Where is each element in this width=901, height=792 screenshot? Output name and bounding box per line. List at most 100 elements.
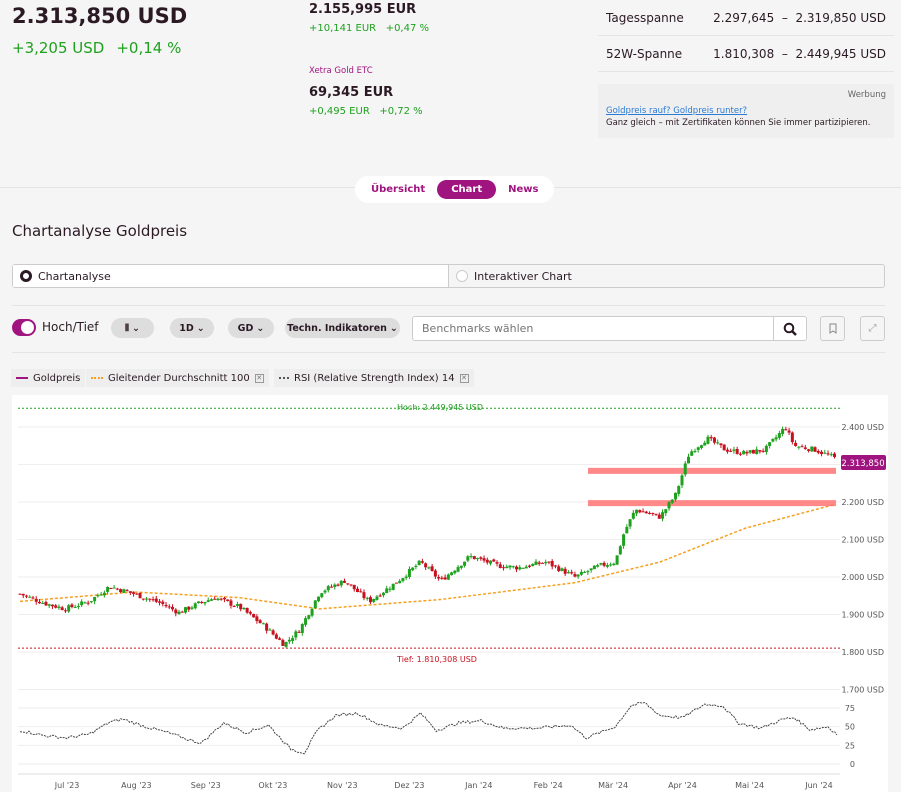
rsi-tick-label: 50 bbox=[845, 723, 855, 732]
candle-up bbox=[407, 569, 411, 578]
candle-down bbox=[119, 589, 123, 593]
candle-down bbox=[239, 603, 243, 610]
candle-up bbox=[206, 600, 210, 602]
candle-up bbox=[300, 624, 304, 633]
candle-down bbox=[330, 586, 334, 588]
candle-up bbox=[680, 475, 684, 486]
candle-down bbox=[394, 582, 398, 584]
y-tick-label: 2.000 USD bbox=[841, 573, 884, 582]
candle-up bbox=[307, 615, 311, 619]
candle-down bbox=[362, 592, 366, 599]
candle-up bbox=[401, 578, 405, 582]
candle-up bbox=[193, 603, 197, 609]
candle-up bbox=[699, 445, 703, 448]
candle-down bbox=[60, 607, 64, 611]
candle-down bbox=[368, 597, 372, 603]
x-tick-label: Nov '23 bbox=[327, 781, 358, 790]
candle-up bbox=[209, 599, 213, 601]
candle-down bbox=[495, 562, 499, 564]
candle-down bbox=[657, 514, 661, 519]
candle-down bbox=[651, 512, 655, 515]
candle-up bbox=[732, 449, 736, 451]
candle-up bbox=[313, 600, 317, 608]
candle-up bbox=[466, 556, 470, 561]
candle-down bbox=[803, 447, 807, 449]
candle-down bbox=[336, 584, 340, 586]
candle-down bbox=[21, 593, 25, 596]
candle-up bbox=[518, 567, 522, 570]
candle-up bbox=[742, 450, 746, 455]
candle-up bbox=[797, 446, 801, 448]
candle-down bbox=[547, 561, 551, 563]
candle-down bbox=[833, 453, 837, 458]
candle-up bbox=[291, 638, 295, 641]
candle-up bbox=[690, 451, 694, 456]
candle-down bbox=[735, 448, 739, 454]
candle-up bbox=[505, 566, 509, 569]
candle-up bbox=[703, 442, 707, 446]
candle-up bbox=[106, 586, 110, 592]
rsi-tick-label: 25 bbox=[845, 741, 855, 750]
candle-up bbox=[317, 596, 321, 602]
candle-up bbox=[326, 586, 330, 591]
candle-down bbox=[654, 513, 658, 515]
candle-up bbox=[829, 454, 833, 456]
candle-down bbox=[540, 562, 544, 564]
candle-down bbox=[171, 606, 175, 610]
candle-up bbox=[235, 604, 239, 606]
candle-down bbox=[602, 562, 606, 566]
candle-down bbox=[31, 597, 35, 599]
candle-up bbox=[404, 576, 408, 578]
candle-down bbox=[725, 449, 729, 452]
candle-down bbox=[722, 444, 726, 451]
candle-up bbox=[112, 587, 116, 589]
candle-up bbox=[622, 534, 626, 546]
candle-up bbox=[268, 629, 272, 631]
candle-up bbox=[145, 598, 149, 600]
candle-up bbox=[339, 580, 343, 586]
candle-down bbox=[816, 450, 820, 453]
candle-up bbox=[508, 565, 512, 568]
candle-down bbox=[151, 599, 155, 601]
candle-up bbox=[102, 592, 106, 596]
candle-up bbox=[320, 593, 324, 598]
candle-down bbox=[648, 512, 652, 514]
candle-up bbox=[670, 499, 674, 503]
candle-down bbox=[644, 511, 648, 514]
candle-up bbox=[385, 588, 389, 593]
candle-down bbox=[219, 598, 223, 600]
candle-down bbox=[492, 559, 496, 562]
candle-down bbox=[125, 590, 129, 592]
x-tick-label: Apr '24 bbox=[668, 781, 697, 790]
candle-up bbox=[469, 556, 473, 558]
candle-up bbox=[774, 437, 778, 440]
candle-down bbox=[255, 616, 259, 622]
candle-up bbox=[203, 602, 207, 604]
y-tick-label: 1.800 USD bbox=[841, 648, 884, 657]
candle-up bbox=[683, 463, 687, 475]
candle-down bbox=[638, 510, 642, 513]
x-tick-label: Feb '24 bbox=[534, 781, 563, 790]
candle-up bbox=[625, 526, 629, 534]
candle-down bbox=[420, 561, 424, 563]
candle-down bbox=[424, 563, 428, 568]
candle-down bbox=[248, 612, 252, 614]
candle-down bbox=[709, 437, 713, 439]
candle-down bbox=[515, 566, 519, 570]
candle-down bbox=[570, 572, 574, 574]
candle-down bbox=[820, 451, 824, 455]
candle-down bbox=[281, 639, 285, 646]
candle-up bbox=[810, 446, 814, 452]
candle-down bbox=[719, 443, 723, 446]
candle-up bbox=[375, 596, 379, 600]
candle-up bbox=[67, 605, 71, 612]
candle-down bbox=[440, 577, 444, 579]
x-tick-label: Okt '23 bbox=[258, 781, 287, 790]
price-chart[interactable]: 2.400 USD2.300 USD2.200 USD2.100 USD2.00… bbox=[0, 0, 901, 792]
candle-down bbox=[751, 449, 755, 454]
candle-up bbox=[476, 558, 480, 560]
x-tick-label: Jul '23 bbox=[54, 781, 80, 790]
candle-down bbox=[472, 556, 476, 560]
x-tick-label: Mai '24 bbox=[735, 781, 764, 790]
candle-down bbox=[537, 562, 541, 564]
